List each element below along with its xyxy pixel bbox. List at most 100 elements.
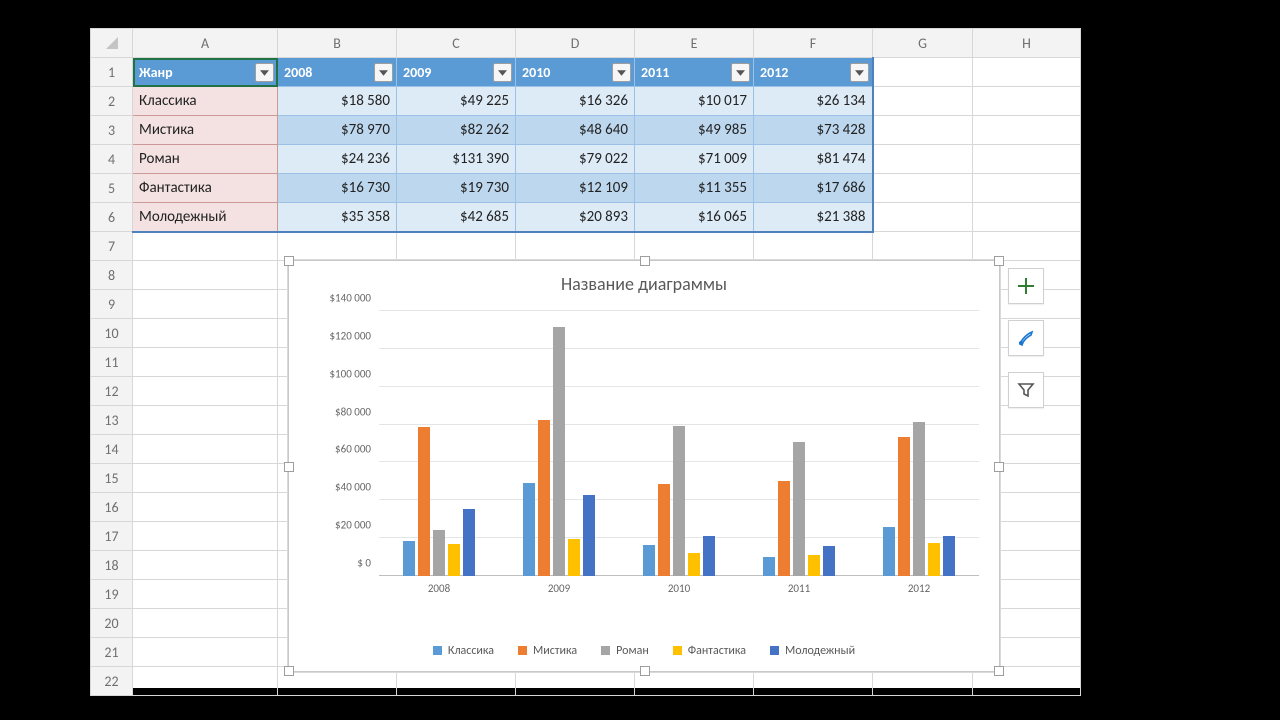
resize-handle[interactable] bbox=[284, 462, 294, 472]
cell-F3[interactable]: $73 428 bbox=[754, 116, 873, 145]
row-header[interactable]: 15 bbox=[91, 464, 133, 493]
cell-A2[interactable]: Классика bbox=[133, 87, 278, 116]
row-header[interactable]: 21 bbox=[91, 638, 133, 667]
cell-G4[interactable] bbox=[873, 145, 973, 174]
resize-handle[interactable] bbox=[994, 462, 1004, 472]
legend-item[interactable]: Молодежный bbox=[770, 644, 855, 658]
chart-bar[interactable] bbox=[463, 509, 475, 576]
cell-E2[interactable]: $10 017 bbox=[635, 87, 754, 116]
legend-item[interactable]: Фантастика bbox=[673, 644, 746, 658]
resize-handle[interactable] bbox=[284, 666, 294, 676]
col-header-F[interactable]: F bbox=[754, 29, 873, 58]
cell-G6[interactable] bbox=[873, 203, 973, 232]
legend-item[interactable]: Классика bbox=[433, 644, 494, 658]
row-header[interactable]: 8 bbox=[91, 261, 133, 290]
cell-B2[interactable]: $18 580 bbox=[278, 87, 397, 116]
col-header-H[interactable]: H bbox=[973, 29, 1081, 58]
col-header-A[interactable]: A bbox=[133, 29, 278, 58]
cell-H4[interactable] bbox=[973, 145, 1081, 174]
col-header-C[interactable]: C bbox=[397, 29, 516, 58]
cell-D5[interactable]: $12 109 bbox=[516, 174, 635, 203]
row-header[interactable]: 16 bbox=[91, 493, 133, 522]
cell-E6[interactable]: $16 065 bbox=[635, 203, 754, 232]
chart-title[interactable]: Название диаграммы bbox=[289, 261, 999, 299]
cell-C4[interactable]: $131 390 bbox=[397, 145, 516, 174]
cell-A4[interactable]: Роман bbox=[133, 145, 278, 174]
cell-H6[interactable] bbox=[973, 203, 1081, 232]
chart-bar[interactable] bbox=[763, 557, 775, 576]
chart-styles-button[interactable] bbox=[1008, 320, 1044, 356]
cell-F2[interactable]: $26 134 bbox=[754, 87, 873, 116]
cell-G1[interactable] bbox=[873, 58, 973, 87]
cell-F6[interactable]: $21 388 bbox=[754, 203, 873, 232]
row-header[interactable]: 4 bbox=[91, 145, 133, 174]
cell-H1[interactable] bbox=[973, 58, 1081, 87]
chart-bar[interactable] bbox=[538, 420, 550, 576]
row-header[interactable]: 12 bbox=[91, 377, 133, 406]
cell-D3[interactable]: $48 640 bbox=[516, 116, 635, 145]
chart-bar[interactable] bbox=[583, 495, 595, 576]
chart-bar[interactable] bbox=[778, 481, 790, 576]
cell-F1[interactable]: 2012 bbox=[754, 58, 873, 87]
filter-dropdown[interactable] bbox=[850, 63, 869, 82]
cell-H2[interactable] bbox=[973, 87, 1081, 116]
row-header[interactable]: 17 bbox=[91, 522, 133, 551]
cell-A3[interactable]: Мистика bbox=[133, 116, 278, 145]
chart-bar[interactable] bbox=[898, 437, 910, 576]
chart-bar[interactable] bbox=[553, 327, 565, 576]
cell-C5[interactable]: $19 730 bbox=[397, 174, 516, 203]
cell-D1[interactable]: 2010 bbox=[516, 58, 635, 87]
resize-handle[interactable] bbox=[640, 256, 650, 266]
cell-D2[interactable]: $16 326 bbox=[516, 87, 635, 116]
embedded-chart[interactable]: Название диаграммы $ 0$20 000$40 000$60 … bbox=[288, 260, 1000, 672]
chart-bar[interactable] bbox=[568, 539, 580, 576]
cell-A1[interactable]: Жанр bbox=[133, 58, 278, 87]
cell-C1[interactable]: 2009 bbox=[397, 58, 516, 87]
cell-B5[interactable]: $16 730 bbox=[278, 174, 397, 203]
row-header[interactable]: 20 bbox=[91, 609, 133, 638]
legend-item[interactable]: Роман bbox=[601, 644, 649, 658]
row-header[interactable]: 5 bbox=[91, 174, 133, 203]
cell-B4[interactable]: $24 236 bbox=[278, 145, 397, 174]
cell-A6[interactable]: Молодежный bbox=[133, 203, 278, 232]
cell-B6[interactable]: $35 358 bbox=[278, 203, 397, 232]
row-header[interactable]: 6 bbox=[91, 203, 133, 232]
filter-dropdown[interactable] bbox=[731, 63, 750, 82]
cell-F4[interactable]: $81 474 bbox=[754, 145, 873, 174]
resize-handle[interactable] bbox=[284, 256, 294, 266]
chart-legend[interactable]: Классика Мистика Роман Фантастика Молодежный bbox=[289, 644, 999, 660]
row-header[interactable]: 2 bbox=[91, 87, 133, 116]
col-header-E[interactable]: E bbox=[635, 29, 754, 58]
filter-dropdown[interactable] bbox=[255, 63, 274, 82]
row-header[interactable]: 1 bbox=[91, 58, 133, 87]
row-header[interactable]: 14 bbox=[91, 435, 133, 464]
filter-dropdown[interactable] bbox=[493, 63, 512, 82]
cell-A5[interactable]: Фантастика bbox=[133, 174, 278, 203]
chart-bar[interactable] bbox=[913, 422, 925, 576]
cell-E5[interactable]: $11 355 bbox=[635, 174, 754, 203]
chart-bar[interactable] bbox=[823, 546, 835, 576]
legend-item[interactable]: Мистика bbox=[518, 644, 577, 658]
filter-dropdown[interactable] bbox=[374, 63, 393, 82]
cell-E4[interactable]: $71 009 bbox=[635, 145, 754, 174]
row-header[interactable]: 9 bbox=[91, 290, 133, 319]
cell-B1[interactable]: 2008 bbox=[278, 58, 397, 87]
cell-H5[interactable] bbox=[973, 174, 1081, 203]
chart-bar[interactable] bbox=[403, 541, 415, 576]
chart-bar[interactable] bbox=[883, 527, 895, 576]
cell-C6[interactable]: $42 685 bbox=[397, 203, 516, 232]
cell-D4[interactable]: $79 022 bbox=[516, 145, 635, 174]
cell-G3[interactable] bbox=[873, 116, 973, 145]
resize-handle[interactable] bbox=[994, 666, 1004, 676]
chart-plot-area[interactable]: $ 0$20 000$40 000$60 000$80 000$100 000$… bbox=[379, 311, 979, 576]
row-header[interactable]: 11 bbox=[91, 348, 133, 377]
chart-bar[interactable] bbox=[523, 483, 535, 576]
chart-bar[interactable] bbox=[448, 544, 460, 576]
row-header[interactable]: 13 bbox=[91, 406, 133, 435]
col-header-G[interactable]: G bbox=[873, 29, 973, 58]
chart-bar[interactable] bbox=[943, 536, 955, 576]
chart-filters-button[interactable] bbox=[1008, 372, 1044, 408]
cell-B3[interactable]: $78 970 bbox=[278, 116, 397, 145]
cell-D6[interactable]: $20 893 bbox=[516, 203, 635, 232]
chart-bar[interactable] bbox=[643, 545, 655, 576]
